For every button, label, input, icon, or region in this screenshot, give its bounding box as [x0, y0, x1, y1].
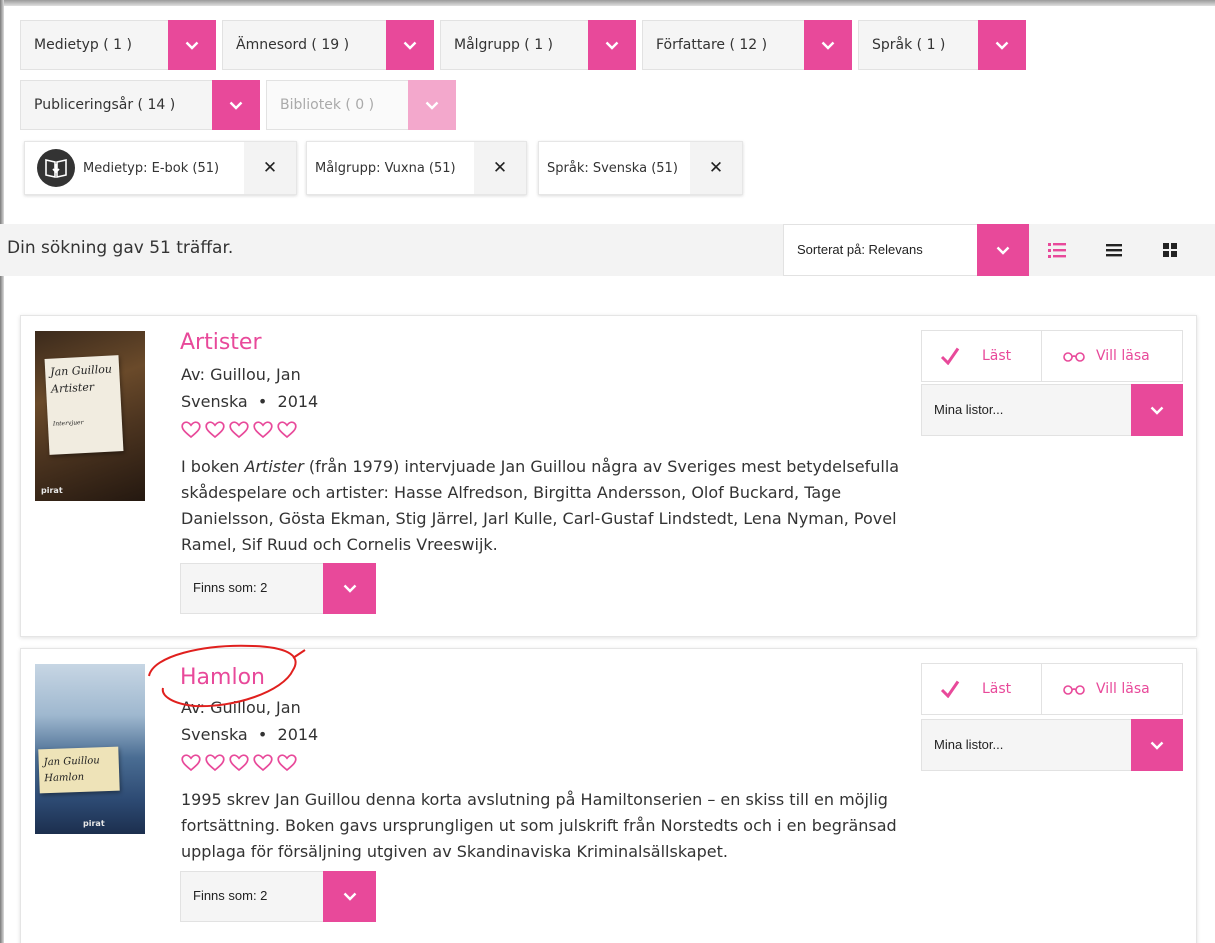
cover-title: Hamlon	[44, 771, 85, 785]
formats-label: Finns som: 2	[193, 888, 268, 903]
cover-title: Artister	[50, 379, 95, 396]
annotation-circle	[148, 644, 306, 708]
heart-icon[interactable]	[229, 421, 249, 439]
facet-sprak[interactable]: Språk ( 1 )	[858, 20, 1026, 70]
heart-icon[interactable]	[205, 421, 225, 439]
active-filter-sprak: Språk: Svenska (51) ✕	[538, 141, 743, 195]
heart-icon[interactable]	[253, 754, 273, 772]
chevron-down-icon[interactable]	[588, 20, 636, 70]
want-to-read-button[interactable]: Vill läsa	[1062, 664, 1150, 714]
read-label: Läst	[982, 681, 1012, 697]
chevron-down-icon[interactable]	[977, 224, 1029, 276]
book-language: Svenska	[181, 725, 248, 744]
heart-icon[interactable]	[205, 754, 225, 772]
cover-author: Jan Guillou	[49, 362, 113, 379]
check-icon	[940, 680, 960, 698]
window-frame-top	[0, 0, 1215, 6]
facet-forfattare[interactable]: Författare ( 12 )	[642, 20, 852, 70]
glasses-icon	[1063, 352, 1085, 362]
sort-label: Sorterat på: Relevans	[797, 242, 923, 257]
active-filter-malgrupp: Målgrupp: Vuxna (51) ✕	[306, 141, 527, 195]
reading-status-box: Läst Vill läsa	[921, 663, 1183, 715]
filter-label: Målgrupp: Vuxna (51)	[315, 160, 456, 176]
book-description: 1995 skrev Jan Guillou denna korta avslu…	[181, 790, 897, 861]
facet-bibliotek: Bibliotek ( 0 )	[266, 80, 456, 130]
separator-dot: •	[257, 725, 268, 744]
separator-dot: •	[257, 392, 268, 411]
check-icon	[940, 347, 960, 365]
book-year: 2014	[277, 392, 319, 411]
book-author: Av: Guillou, Jan	[181, 365, 301, 384]
rating-hearts[interactable]	[181, 421, 297, 439]
heart-icon[interactable]	[277, 421, 297, 439]
formats-dropdown[interactable]: Finns som: 2	[180, 871, 376, 922]
book-title-link[interactable]: Artister	[180, 330, 262, 355]
my-lists-dropdown[interactable]: Mina listor...	[921, 719, 1183, 771]
facet-malgrupp[interactable]: Målgrupp ( 1 )	[440, 20, 636, 70]
facet-publiceringsar[interactable]: Publiceringsår ( 14 )	[20, 80, 260, 130]
book-language-year: Svenska • 2014	[181, 725, 318, 744]
my-lists-label: Mina listor...	[934, 737, 1004, 752]
want-to-read-button[interactable]: Vill läsa	[1062, 331, 1150, 381]
chevron-down-icon[interactable]	[386, 20, 434, 70]
book-language: Svenska	[181, 392, 248, 411]
active-filter-medietyp: Medietyp: E-bok (51) ✕	[24, 141, 297, 195]
my-lists-dropdown[interactable]: Mina listor...	[921, 384, 1183, 436]
formats-label: Finns som: 2	[193, 580, 268, 595]
heart-icon[interactable]	[229, 754, 249, 772]
results-bar: Din sökning gav 51 träffar. Sorterat på:…	[0, 224, 1215, 276]
results-count: Din sökning gav 51 träffar.	[7, 238, 234, 258]
book-language-year: Svenska • 2014	[181, 392, 318, 411]
book-cover[interactable]: Jan Guillou Hamlon pirat	[35, 664, 145, 834]
read-label: Läst	[982, 348, 1012, 364]
chevron-down-icon[interactable]	[323, 871, 376, 922]
book-description: I boken Artister (från 1979) intervjuade…	[181, 457, 900, 554]
read-button[interactable]: Läst	[940, 331, 1011, 381]
chevron-down-icon[interactable]	[978, 20, 1026, 70]
detailed-list-icon[interactable]	[1045, 238, 1069, 262]
chevron-down-icon[interactable]	[1131, 719, 1183, 771]
compact-list-icon[interactable]	[1102, 238, 1126, 262]
cover-publisher: pirat	[83, 819, 105, 828]
heart-icon[interactable]	[181, 754, 201, 772]
cover-publisher: pirat	[41, 486, 63, 495]
chevron-down-icon[interactable]	[323, 563, 376, 614]
cover-subtitle: Intervjuer	[52, 419, 84, 428]
filter-label: Språk: Svenska (51)	[547, 160, 678, 176]
filter-label: Medietyp: E-bok (51)	[83, 160, 220, 176]
formats-dropdown[interactable]: Finns som: 2	[180, 563, 376, 614]
heart-icon[interactable]	[181, 421, 201, 439]
sort-dropdown[interactable]: Sorterat på: Relevans	[783, 224, 1029, 276]
facet-amnesord[interactable]: Ämnesord ( 19 )	[222, 20, 434, 70]
window-frame-left	[0, 0, 4, 943]
chevron-down-icon[interactable]	[212, 80, 260, 130]
close-icon[interactable]: ✕	[244, 142, 296, 194]
chevron-down-icon[interactable]	[1131, 384, 1183, 436]
ebook-icon	[37, 149, 75, 187]
rating-hearts[interactable]	[181, 754, 297, 772]
want-label: Vill läsa	[1096, 348, 1150, 364]
chevron-down-icon[interactable]	[804, 20, 852, 70]
chevron-down-icon	[408, 80, 456, 130]
my-lists-label: Mina listor...	[934, 402, 1004, 417]
glasses-icon	[1063, 685, 1085, 695]
book-year: 2014	[277, 725, 319, 744]
heart-icon[interactable]	[277, 754, 297, 772]
grid-icon[interactable]	[1158, 238, 1182, 262]
result-card: Jan Guillou Artister Intervjuer pirat Ar…	[20, 315, 1197, 637]
reading-status-box: Läst Vill läsa	[921, 330, 1183, 382]
read-button[interactable]: Läst	[940, 664, 1011, 714]
book-cover[interactable]: Jan Guillou Artister Intervjuer pirat	[35, 331, 145, 501]
close-icon[interactable]: ✕	[474, 142, 526, 194]
want-label: Vill läsa	[1096, 681, 1150, 697]
chevron-down-icon[interactable]	[168, 20, 216, 70]
facet-medietyp[interactable]: Medietyp ( 1 )	[20, 20, 216, 70]
heart-icon[interactable]	[253, 421, 273, 439]
close-icon[interactable]: ✕	[690, 142, 742, 194]
